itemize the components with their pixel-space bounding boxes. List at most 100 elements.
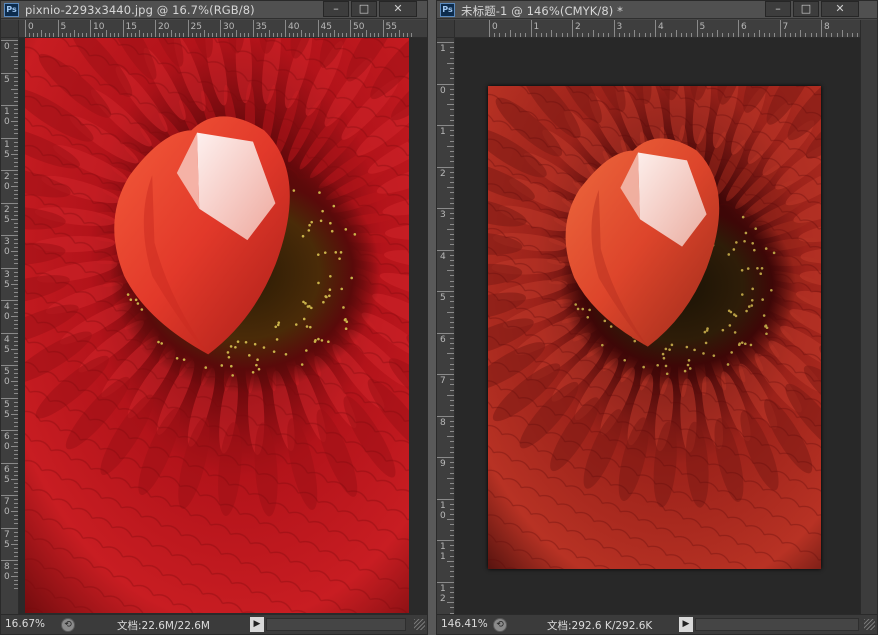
ruler-tick <box>285 20 286 37</box>
ruler-tick <box>821 20 822 37</box>
maximize-button[interactable]: □ <box>351 1 377 17</box>
close-button[interactable]: ✕ <box>821 1 859 17</box>
pollen-dot <box>304 302 307 305</box>
ruler-tick <box>779 20 781 37</box>
ruler-label: 3 5 <box>4 269 10 290</box>
pollen-dot <box>642 365 645 369</box>
right-arrow-icon[interactable]: ▶ <box>250 617 264 632</box>
horizontal-scrollbar[interactable] <box>266 618 406 631</box>
ruler-origin[interactable] <box>437 20 455 38</box>
canvas-area[interactable] <box>19 38 427 614</box>
pollen-dot <box>664 364 668 368</box>
canvas-area[interactable] <box>455 38 860 614</box>
ruler-tick <box>696 20 698 37</box>
ruler-minor-tick <box>138 30 140 37</box>
vertical-scrollbar[interactable] <box>860 20 877 614</box>
ruler-origin[interactable] <box>1 20 19 38</box>
ruler-tick <box>437 415 454 417</box>
ruler-label: 5 <box>699 22 706 32</box>
ruler-minor-tick <box>447 353 454 355</box>
ruler-label: 4 0 <box>4 302 10 322</box>
ruler-tick <box>382 20 384 37</box>
vertical-ruler[interactable]: 0 5 1 0 1 5 2 0 2 5 3 0 3 5 4 0 4 5 5 0 5 5 6 0 6 5 7 … <box>1 38 19 614</box>
right-arrow-icon[interactable]: ▶ <box>679 617 693 632</box>
horizontal-ruler[interactable]: 0 1 2 3 4 5 6 7 8 <box>455 20 860 38</box>
pollen-dot <box>762 314 766 317</box>
horizontal-ruler[interactable]: 0 5 10 15 20 25 30 35 40 45 50 55 <box>19 20 427 38</box>
ruler-label: 45 <box>320 22 332 32</box>
pollen-dot <box>601 343 604 347</box>
ruler-tick <box>572 20 573 37</box>
pollen-dot <box>309 325 312 329</box>
ruler-minor-tick <box>447 311 454 313</box>
flower-heart-photo <box>488 86 821 569</box>
ruler-minor-tick <box>11 478 18 480</box>
close-button[interactable]: ✕ <box>379 1 417 17</box>
pollen-dot <box>670 343 674 347</box>
pollen-dot <box>324 295 327 298</box>
ruler-label: 10 <box>93 22 105 32</box>
ruler-minor-tick <box>366 30 368 37</box>
ruler-label: 8 <box>440 417 446 428</box>
pollen-dot <box>576 307 580 311</box>
pollen-dot <box>314 338 317 342</box>
ruler-minor-tick <box>11 56 18 58</box>
pollen-dot <box>300 363 304 366</box>
ruler-tick <box>317 20 319 37</box>
ruler-minor-tick <box>301 30 303 37</box>
pollen-dot <box>253 342 257 346</box>
ruler-tick <box>437 166 454 168</box>
ruler-label: 8 <box>824 22 830 32</box>
ruler-minor-tick <box>447 62 454 64</box>
pollen-dot <box>319 219 323 223</box>
pollen-dot <box>318 191 321 194</box>
pollen-dot <box>340 287 344 291</box>
pollen-dot <box>328 294 331 298</box>
vertical-ruler[interactable]: 101234567891 01 11 2 <box>437 38 455 614</box>
document-window-2[interactable]: Ps 未标题-1 @ 146%(CMYK/8) * – □ ✕ 0 1 2 3 4 5 6 7… <box>436 0 878 635</box>
ruler-minor-tick <box>447 270 454 272</box>
ruler-tick <box>90 20 91 37</box>
zoom-level[interactable]: 146.41% <box>441 618 488 630</box>
document-window-1[interactable]: Ps pixnio-2293x3440.jpg @ 16.7%(RGB/8) –… <box>0 0 428 635</box>
pollen-dot <box>301 234 305 238</box>
ruler-tick <box>437 291 454 292</box>
pollen-dot <box>703 330 707 334</box>
title-bar[interactable]: Ps 未标题-1 @ 146%(CMYK/8) * – □ ✕ <box>437 1 877 19</box>
ruler-minor-tick <box>41 30 43 37</box>
pollen-dot <box>344 318 347 321</box>
ruler-minor-tick <box>11 413 18 415</box>
horizontal-scrollbar[interactable] <box>695 618 859 631</box>
minimize-button[interactable]: – <box>323 1 349 17</box>
ruler-label: 0 <box>4 42 10 52</box>
title-bar[interactable]: Ps pixnio-2293x3440.jpg @ 16.7%(RGB/8) –… <box>1 1 427 19</box>
status-circle-icon[interactable]: ⟲ <box>61 618 75 632</box>
pollen-dot <box>745 309 748 313</box>
document-size: 文档:22.6M/22.6M <box>117 620 210 632</box>
ruler-tick <box>1 40 18 41</box>
ruler-minor-tick <box>236 30 238 37</box>
ruler-tick <box>1 235 18 236</box>
window-controls: – □ ✕ <box>765 1 859 17</box>
pollen-dot <box>685 345 689 349</box>
status-bar: 16.67% ⟲ 文档:22.6M/22.6M ▶ <box>1 614 427 634</box>
maximize-button[interactable]: □ <box>793 1 819 17</box>
zoom-level[interactable]: 16.67% <box>5 618 45 630</box>
ruler-tick <box>437 457 454 458</box>
pollen-dot <box>323 251 327 254</box>
pollen-dot <box>746 267 750 270</box>
pollen-dot <box>735 241 738 244</box>
ruler-tick <box>1 170 18 171</box>
ruler-label: 1 0 <box>4 107 10 127</box>
minimize-button[interactable]: – <box>765 1 791 17</box>
ruler-tick <box>530 20 532 37</box>
resize-grip-icon[interactable] <box>414 619 425 630</box>
pollen-dot <box>140 308 144 311</box>
pollen-dot <box>329 274 332 278</box>
ruler-tick <box>1 430 18 431</box>
pollen-dot <box>328 288 332 291</box>
pollen-dot <box>664 347 668 351</box>
pollen-dot <box>764 324 768 327</box>
resize-grip-icon[interactable] <box>864 619 875 630</box>
status-circle-icon[interactable]: ⟲ <box>493 618 507 632</box>
